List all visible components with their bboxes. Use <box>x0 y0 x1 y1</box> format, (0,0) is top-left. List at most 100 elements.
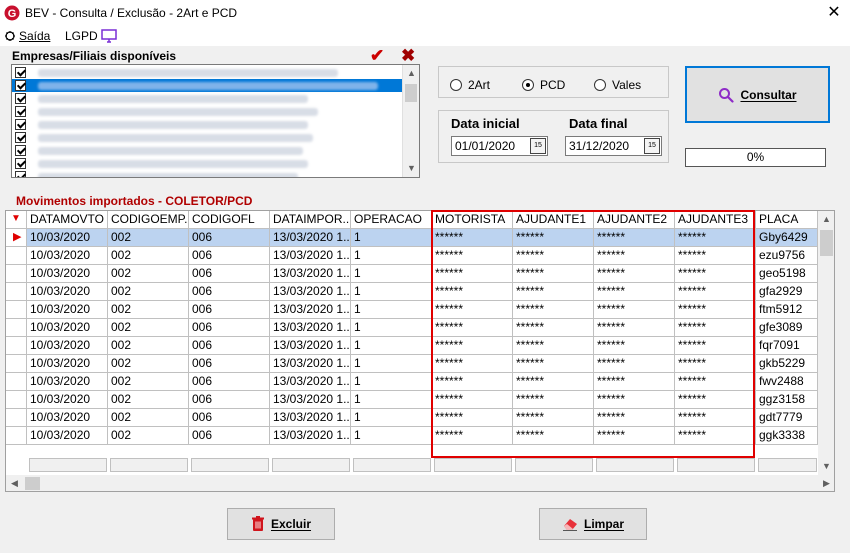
menu-saida[interactable]: Saída <box>4 28 50 44</box>
table-cell[interactable]: 10/03/2020 <box>27 355 108 373</box>
column-header[interactable]: DATAMOVTO <box>27 211 108 229</box>
table-cell[interactable]: 1 <box>351 301 432 319</box>
table-cell[interactable]: ****** <box>513 301 594 319</box>
table-cell[interactable]: 1 <box>351 355 432 373</box>
table-cell[interactable]: 002 <box>108 355 189 373</box>
checkbox[interactable] <box>15 145 26 156</box>
calendar-icon[interactable]: 15 <box>530 138 546 154</box>
table-cell[interactable]: ****** <box>675 391 756 409</box>
table-cell[interactable]: ****** <box>432 301 513 319</box>
table-cell[interactable]: ****** <box>432 373 513 391</box>
table-cell[interactable]: 10/03/2020 <box>27 265 108 283</box>
table-cell[interactable]: ****** <box>675 283 756 301</box>
movimentos-grid[interactable]: ▼ DATAMOVTO CODIGOEMP... CODIGOFL DATAIMPOR.… <box>5 210 835 492</box>
list-item[interactable] <box>12 144 404 157</box>
column-header[interactable]: AJUDANTE1 <box>513 211 594 229</box>
table-cell[interactable]: 1 <box>351 409 432 427</box>
table-cell[interactable]: 002 <box>108 337 189 355</box>
column-header[interactable]: AJUDANTE2 <box>594 211 675 229</box>
table-cell[interactable]: 002 <box>108 283 189 301</box>
table-cell[interactable]: 006 <box>189 391 270 409</box>
table-cell[interactable]: ggk3338 <box>756 427 818 445</box>
table-cell[interactable]: 006 <box>189 355 270 373</box>
table-cell[interactable]: 13/03/2020 1... <box>270 247 351 265</box>
column-header[interactable]: DATAIMPOR... <box>270 211 351 229</box>
scroll-left-icon[interactable]: ◀ <box>6 475 23 491</box>
table-cell[interactable]: 1 <box>351 229 432 247</box>
radio-pcd-control[interactable] <box>522 79 534 91</box>
scroll-thumb[interactable] <box>25 477 40 490</box>
table-cell[interactable]: 002 <box>108 409 189 427</box>
row-indicator[interactable] <box>6 337 27 355</box>
table-cell[interactable]: 1 <box>351 319 432 337</box>
table-cell[interactable]: 006 <box>189 247 270 265</box>
table-cell[interactable]: ****** <box>675 337 756 355</box>
table-cell[interactable]: 002 <box>108 427 189 445</box>
table-cell[interactable]: 1 <box>351 373 432 391</box>
list-item[interactable] <box>12 79 404 92</box>
table-cell[interactable]: ****** <box>594 301 675 319</box>
table-cell[interactable]: gkb5229 <box>756 355 818 373</box>
table-cell[interactable]: ****** <box>594 337 675 355</box>
table-cell[interactable]: 002 <box>108 373 189 391</box>
table-cell[interactable]: ****** <box>513 283 594 301</box>
checkbox[interactable] <box>15 171 26 177</box>
column-header[interactable]: OPERACAO <box>351 211 432 229</box>
table-cell[interactable]: Gby6429 <box>756 229 818 247</box>
table-cell[interactable]: ****** <box>432 427 513 445</box>
table-cell[interactable]: ****** <box>513 391 594 409</box>
table-cell[interactable]: 1 <box>351 391 432 409</box>
table-cell[interactable]: 006 <box>189 319 270 337</box>
list-item[interactable] <box>12 157 404 170</box>
checkbox[interactable] <box>15 106 26 117</box>
table-cell[interactable]: 1 <box>351 283 432 301</box>
table-cell[interactable]: ****** <box>675 265 756 283</box>
table-cell[interactable]: fwv2488 <box>756 373 818 391</box>
consultar-button[interactable]: Consultar <box>685 66 830 123</box>
table-cell[interactable]: 10/03/2020 <box>27 247 108 265</box>
calendar-icon[interactable]: 15 <box>644 138 660 154</box>
row-indicator[interactable] <box>6 427 27 445</box>
checkbox[interactable] <box>15 80 26 91</box>
checkbox[interactable] <box>15 132 26 143</box>
table-cell[interactable]: ****** <box>594 409 675 427</box>
menu-lgpd[interactable]: LGPD <box>65 28 117 44</box>
table-cell[interactable]: gfa2929 <box>756 283 818 301</box>
table-cell[interactable]: 13/03/2020 1... <box>270 373 351 391</box>
table-cell[interactable]: 10/03/2020 <box>27 229 108 247</box>
row-indicator[interactable]: ▶ <box>6 229 27 247</box>
radio-2art[interactable]: 2Art <box>450 78 490 92</box>
table-cell[interactable]: ****** <box>675 301 756 319</box>
column-header[interactable]: CODIGOEMP... <box>108 211 189 229</box>
table-cell[interactable]: ****** <box>513 265 594 283</box>
table-cell[interactable]: ****** <box>675 355 756 373</box>
sort-indicator[interactable]: ▼ <box>6 211 27 229</box>
list-item[interactable] <box>12 105 404 118</box>
scroll-up-icon[interactable]: ▲ <box>818 211 834 228</box>
table-cell[interactable]: gdt7779 <box>756 409 818 427</box>
table-cell[interactable]: ****** <box>594 265 675 283</box>
table-cell[interactable]: 006 <box>189 229 270 247</box>
table-cell[interactable]: ****** <box>594 391 675 409</box>
table-cell[interactable]: ****** <box>594 427 675 445</box>
scroll-right-icon[interactable]: ▶ <box>818 475 834 491</box>
table-cell[interactable]: 002 <box>108 265 189 283</box>
table-cell[interactable]: 10/03/2020 <box>27 319 108 337</box>
checkbox[interactable] <box>15 67 26 78</box>
table-cell[interactable]: ****** <box>432 283 513 301</box>
table-cell[interactable]: 002 <box>108 229 189 247</box>
table-cell[interactable]: ****** <box>594 319 675 337</box>
radio-vales[interactable]: Vales <box>594 78 641 92</box>
table-cell[interactable]: ezu9756 <box>756 247 818 265</box>
table-cell[interactable]: 13/03/2020 1... <box>270 301 351 319</box>
list-item[interactable] <box>12 118 404 131</box>
table-cell[interactable]: ggz3158 <box>756 391 818 409</box>
scroll-thumb[interactable] <box>820 230 833 256</box>
table-cell[interactable]: ****** <box>432 409 513 427</box>
table-cell[interactable]: fqr7091 <box>756 337 818 355</box>
table-cell[interactable]: ****** <box>513 373 594 391</box>
table-cell[interactable]: 1 <box>351 427 432 445</box>
checkbox[interactable] <box>15 119 26 130</box>
radio-pcd[interactable]: PCD <box>522 78 565 92</box>
table-cell[interactable]: ****** <box>675 247 756 265</box>
